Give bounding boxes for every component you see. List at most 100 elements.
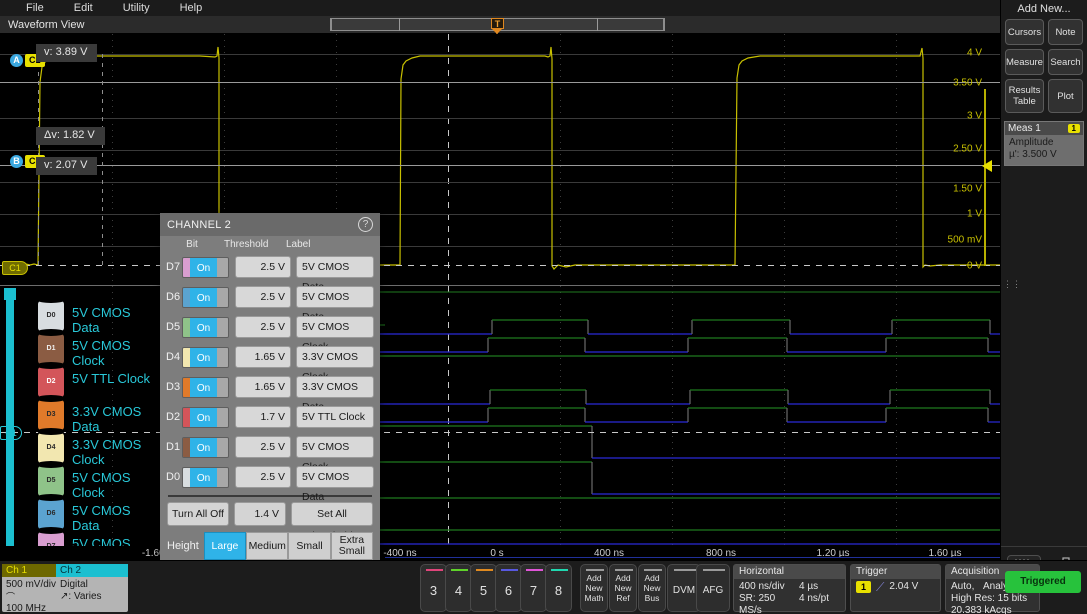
height-option-medium[interactable]: Medium bbox=[246, 532, 288, 560]
bit-off-area-d0[interactable] bbox=[217, 468, 228, 487]
digital-chip-d6[interactable]: D6 bbox=[38, 499, 64, 529]
trigger-info-box[interactable]: Trigger 1 ⟋ 2.04 V bbox=[850, 564, 941, 612]
threshold-field-d4[interactable]: 1.65 V bbox=[235, 346, 291, 368]
label-field-d2[interactable]: 5V TTL Clock bbox=[296, 406, 374, 428]
trigger-title: Trigger bbox=[851, 565, 940, 579]
height-option-extra-small[interactable]: Extra Small bbox=[331, 532, 373, 560]
bit-toggle-d1[interactable]: On bbox=[182, 437, 229, 458]
menu-item-edit[interactable]: Edit bbox=[66, 0, 101, 16]
y-tick-500mv: 500 mV bbox=[948, 235, 982, 246]
digital-channel-d5[interactable]: D5 5V CMOS Clock bbox=[0, 465, 160, 498]
channel-button-4[interactable]: 4 bbox=[445, 564, 472, 612]
menu-item-help[interactable]: Help bbox=[172, 0, 211, 16]
add-cursors-button[interactable]: Cursors bbox=[1005, 19, 1044, 45]
add-note-button[interactable]: Note bbox=[1048, 19, 1083, 45]
channel-button-8[interactable]: 8 bbox=[545, 564, 572, 612]
bit-off-area-d6[interactable] bbox=[217, 288, 228, 307]
dialog-divider bbox=[168, 495, 372, 497]
label-field-d3[interactable]: 3.3V CMOS Data bbox=[296, 376, 374, 398]
bit-off-area-d4[interactable] bbox=[217, 348, 228, 367]
digital-channel-d4[interactable]: D4 3.3V CMOS Clock bbox=[0, 432, 160, 465]
label-field-d5[interactable]: 5V CMOS Clock bbox=[296, 316, 374, 338]
set-all-thresholds-button[interactable]: Set All Thresholds bbox=[291, 502, 373, 526]
threshold-field-d0[interactable]: 2.5 V bbox=[235, 466, 291, 488]
add-search-button[interactable]: Search bbox=[1048, 49, 1083, 75]
digital-label-d1: 5V CMOS Clock bbox=[72, 338, 160, 368]
all-threshold-field[interactable]: 1.4 V bbox=[234, 502, 286, 526]
cursor-v-right[interactable] bbox=[102, 54, 103, 266]
digital-chip-d0[interactable]: D0 bbox=[38, 301, 64, 331]
bit-name-d2: D2 bbox=[166, 411, 182, 423]
digital-channel-d2[interactable]: D2 5V TTL Clock bbox=[0, 366, 160, 399]
ch2-threshold: ↗: Varies bbox=[60, 591, 124, 603]
bit-color-swatch-d0 bbox=[183, 468, 190, 487]
measurement-badge[interactable]: Meas 1 1 Amplitude µ': 3.500 V bbox=[1004, 121, 1084, 166]
bit-toggle-d3[interactable]: On bbox=[182, 377, 229, 398]
digital-chip-d5[interactable]: D5 bbox=[38, 466, 64, 496]
digital-channel-d1[interactable]: D1 5V CMOS Clock bbox=[0, 333, 160, 366]
digital-chip-d3[interactable]: D3 bbox=[38, 400, 64, 430]
bit-off-area-d1[interactable] bbox=[217, 438, 228, 457]
ch2-badge[interactable]: Ch 2 Digital ↗: Varies bbox=[56, 564, 128, 612]
label-field-d6[interactable]: 5V CMOS Data bbox=[296, 286, 374, 308]
help-icon[interactable]: ? bbox=[358, 217, 373, 232]
threshold-field-d6[interactable]: 2.5 V bbox=[235, 286, 291, 308]
cursor-a-line[interactable] bbox=[0, 82, 1000, 83]
bit-on-label-d0: On bbox=[190, 468, 217, 487]
height-option-large[interactable]: Large bbox=[204, 532, 246, 560]
digital-channel-d6[interactable]: D6 5V CMOS Data bbox=[0, 498, 160, 531]
threshold-field-d1[interactable]: 2.5 V bbox=[235, 436, 291, 458]
digital-chip-d4[interactable]: D4 bbox=[38, 433, 64, 463]
label-field-d4[interactable]: 3.3V CMOS Clock bbox=[296, 346, 374, 368]
channel-button-6[interactable]: 6 bbox=[495, 564, 522, 612]
threshold-field-d2[interactable]: 1.7 V bbox=[235, 406, 291, 428]
add-new-bus-button[interactable]: Add New Bus bbox=[638, 564, 666, 612]
channel-button-7[interactable]: 7 bbox=[520, 564, 547, 612]
horizontal-info-box[interactable]: Horizontal 400 ns/div 4 µs SR: 250 MS/s … bbox=[733, 564, 846, 612]
status-badge: Triggered bbox=[1005, 571, 1081, 593]
threshold-field-d5[interactable]: 2.5 V bbox=[235, 316, 291, 338]
add-plot-button[interactable]: Plot bbox=[1048, 79, 1083, 113]
digital-channel-d3[interactable]: D3 3.3V CMOS Data bbox=[0, 399, 160, 432]
bit-toggle-d2[interactable]: On bbox=[182, 407, 229, 428]
panel-resize-handle[interactable]: ⋮⋮ bbox=[1003, 282, 1007, 286]
turn-all-off-button[interactable]: Turn All Off bbox=[167, 502, 229, 526]
label-field-d1[interactable]: 5V CMOS Clock bbox=[296, 436, 374, 458]
threshold-field-d7[interactable]: 2.5 V bbox=[235, 256, 291, 278]
trigger-marker-top[interactable]: T bbox=[491, 18, 504, 32]
digital-chip-d1[interactable]: D1 bbox=[38, 334, 64, 364]
bit-off-area-d5[interactable] bbox=[217, 318, 228, 337]
bit-row-d6: D6 On 2.5 V 5V CMOS Data bbox=[160, 282, 380, 312]
bit-on-label-d6: On bbox=[190, 288, 217, 307]
digital-channel-d0[interactable]: D0 5V CMOS Data bbox=[0, 300, 160, 333]
menu-item-file[interactable]: File bbox=[18, 0, 52, 16]
bit-off-area-d7[interactable] bbox=[217, 258, 228, 277]
ch1-level-marker[interactable] bbox=[982, 160, 992, 172]
channel2-dialog[interactable]: CHANNEL 2 ? Bit Threshold Label D7 On 2.… bbox=[160, 213, 380, 560]
bit-on-label-d3: On bbox=[190, 378, 217, 397]
height-option-small[interactable]: Small bbox=[288, 532, 330, 560]
bit-toggle-d5[interactable]: On bbox=[182, 317, 229, 338]
bit-off-area-d3[interactable] bbox=[217, 378, 228, 397]
add-new-ref-button[interactable]: Add New Ref bbox=[609, 564, 637, 612]
bit-toggle-d4[interactable]: On bbox=[182, 347, 229, 368]
add-results-table-button[interactable]: Results Table bbox=[1005, 79, 1044, 113]
channel-button-5[interactable]: 5 bbox=[470, 564, 497, 612]
bit-toggle-d7[interactable]: On bbox=[182, 257, 229, 278]
bit-off-area-d2[interactable] bbox=[217, 408, 228, 427]
afg-button[interactable]: AFG bbox=[696, 564, 730, 612]
bit-toggle-d0[interactable]: On bbox=[182, 467, 229, 488]
add-new-math-button[interactable]: Add New Math bbox=[580, 564, 608, 612]
ch1-ground-marker[interactable]: C1 bbox=[2, 261, 28, 275]
label-field-d0[interactable]: 5V CMOS Data bbox=[296, 466, 374, 488]
threshold-field-d3[interactable]: 1.65 V bbox=[235, 376, 291, 398]
bit-toggle-d6[interactable]: On bbox=[182, 287, 229, 308]
cursor-b-line[interactable] bbox=[0, 165, 1000, 166]
bit-row-d0: D0 On 2.5 V 5V CMOS Data bbox=[160, 462, 380, 492]
oscilloscope-app: File Edit Utility Help Waveform View T T bbox=[0, 0, 1087, 614]
add-measure-button[interactable]: Measure bbox=[1005, 49, 1044, 75]
channel-button-3[interactable]: 3 bbox=[420, 564, 447, 612]
digital-chip-d2[interactable]: D2 bbox=[38, 367, 64, 397]
label-field-d7[interactable]: 5V CMOS Data bbox=[296, 256, 374, 278]
menu-item-utility[interactable]: Utility bbox=[115, 0, 158, 16]
